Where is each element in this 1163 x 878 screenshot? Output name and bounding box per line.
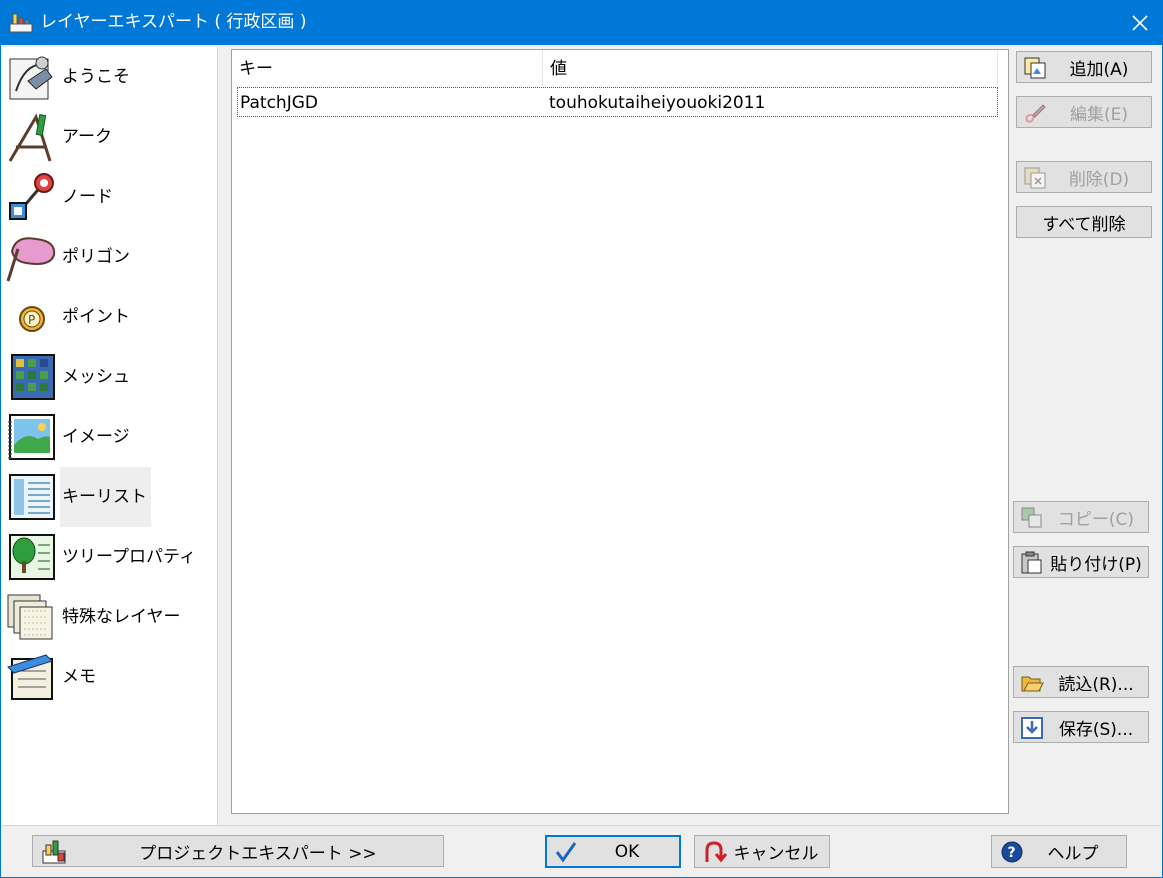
ok-button-label: OK xyxy=(614,841,640,862)
node-icon xyxy=(9,173,54,220)
help-button[interactable]: ? ヘルプ xyxy=(991,835,1127,868)
polygon-icon xyxy=(6,237,56,282)
load-button-label: 読込(R)... xyxy=(1058,674,1134,695)
sidebar-item-label: ノード xyxy=(62,187,113,207)
sidebar-item-tree-property[interactable]: ツリープロパティ xyxy=(2,527,218,587)
ok-button[interactable]: OK xyxy=(545,835,681,868)
sidebar-item-mesh[interactable]: メッシュ xyxy=(2,347,218,407)
copy-button[interactable]: コピー(C) xyxy=(1013,501,1149,533)
tree-property-icon xyxy=(9,534,55,580)
delete-button[interactable]: 削除(D) xyxy=(1016,161,1152,193)
point-icon: P xyxy=(19,306,45,332)
sidebar-item-node[interactable]: ノード xyxy=(2,167,218,227)
delete-all-button[interactable]: すべて削除 xyxy=(1016,206,1152,238)
key-list-table[interactable]: キー 値 PatchJGD touhokutaiheiyouoki2011 xyxy=(231,49,1009,814)
sidebar-item-welcome[interactable]: ようこそ xyxy=(2,47,218,107)
sidebar-item-image[interactable]: イメージ xyxy=(2,407,218,467)
window-title: レイヤーエキスパート ( 行政区画 ) xyxy=(40,12,307,32)
column-header-value[interactable]: 値 xyxy=(543,50,998,86)
table-row[interactable]: PatchJGD touhokutaiheiyouoki2011 xyxy=(237,87,998,117)
sidebar-item-label: ツリープロパティ xyxy=(62,547,196,567)
close-icon xyxy=(1132,14,1148,31)
sidebar-item-label: イメージ xyxy=(62,427,130,447)
paste-button-label: 貼り付け(P) xyxy=(1050,554,1142,575)
welcome-icon xyxy=(9,56,53,100)
sidebar-item-label: ようこそ xyxy=(62,67,130,87)
sidebar-item-label: ポイント xyxy=(62,307,130,327)
bottom-separator xyxy=(2,825,1161,826)
sidebar-item-label: メッシュ xyxy=(62,367,130,387)
row-value-cell: touhokutaiheiyouoki2011 xyxy=(549,93,766,113)
load-button[interactable]: 読込(R)... xyxy=(1013,666,1149,698)
delete-all-button-label: すべて削除 xyxy=(1042,214,1126,235)
svg-text:P: P xyxy=(28,313,35,327)
sidebar-item-special-layer[interactable]: 特殊なレイヤー xyxy=(2,587,218,647)
sidebar-item-arc[interactable]: アーク xyxy=(2,107,218,167)
close-button[interactable] xyxy=(1117,0,1163,45)
keylist-icon xyxy=(9,474,55,520)
sidebar-item-memo[interactable]: メモ xyxy=(2,647,218,707)
help-button-label: ヘルプ xyxy=(1047,844,1099,864)
sidebar-item-keylist[interactable]: キーリスト xyxy=(2,467,218,527)
title-bar: レイヤーエキスパート ( 行政区画 ) xyxy=(0,0,1163,45)
sidebar-item-polygon[interactable]: ポリゴン xyxy=(2,227,218,287)
add-button-label: 追加(A) xyxy=(1069,59,1129,80)
edit-button[interactable]: 編集(E) xyxy=(1016,96,1152,128)
special-layer-icon xyxy=(7,594,53,640)
arc-icon xyxy=(8,113,52,162)
sidebar-item-label: アーク xyxy=(62,127,112,147)
save-button-label: 保存(S)... xyxy=(1058,719,1134,740)
image-icon xyxy=(8,414,55,460)
delete-button-label: 削除(D) xyxy=(1068,169,1130,190)
mesh-icon xyxy=(11,354,55,400)
edit-button-label: 編集(E) xyxy=(1069,104,1128,125)
sidebar-item-label: メモ xyxy=(62,667,96,687)
add-button[interactable]: 追加(A) xyxy=(1016,51,1152,83)
save-button[interactable]: 保存(S)... xyxy=(1013,711,1149,743)
project-expert-button[interactable]: プロジェクトエキスパート >> xyxy=(32,835,444,867)
table-header: キー 値 xyxy=(232,50,1008,86)
cancel-button[interactable]: キャンセル xyxy=(694,835,830,868)
sidebar-item-label: ポリゴン xyxy=(62,247,130,267)
sidebar: ようこそ アーク ノード ポリゴン P ポイント メッシュ イメージ キーリスト… xyxy=(2,47,218,825)
row-key-cell: PatchJGD xyxy=(240,93,318,113)
sidebar-item-point[interactable]: P ポイント xyxy=(2,287,218,347)
project-expert-button-label: プロジェクトエキスパート >> xyxy=(139,843,377,864)
app-icon xyxy=(9,13,33,33)
paste-button[interactable]: 貼り付け(P) xyxy=(1013,546,1149,578)
memo-icon xyxy=(7,654,53,700)
copy-button-label: コピー(C) xyxy=(1057,509,1135,530)
cancel-button-label: キャンセル xyxy=(733,844,819,864)
sidebar-item-label: 特殊なレイヤー xyxy=(62,607,181,627)
column-header-key[interactable]: キー xyxy=(232,50,543,86)
sidebar-item-label: キーリスト xyxy=(60,467,151,527)
